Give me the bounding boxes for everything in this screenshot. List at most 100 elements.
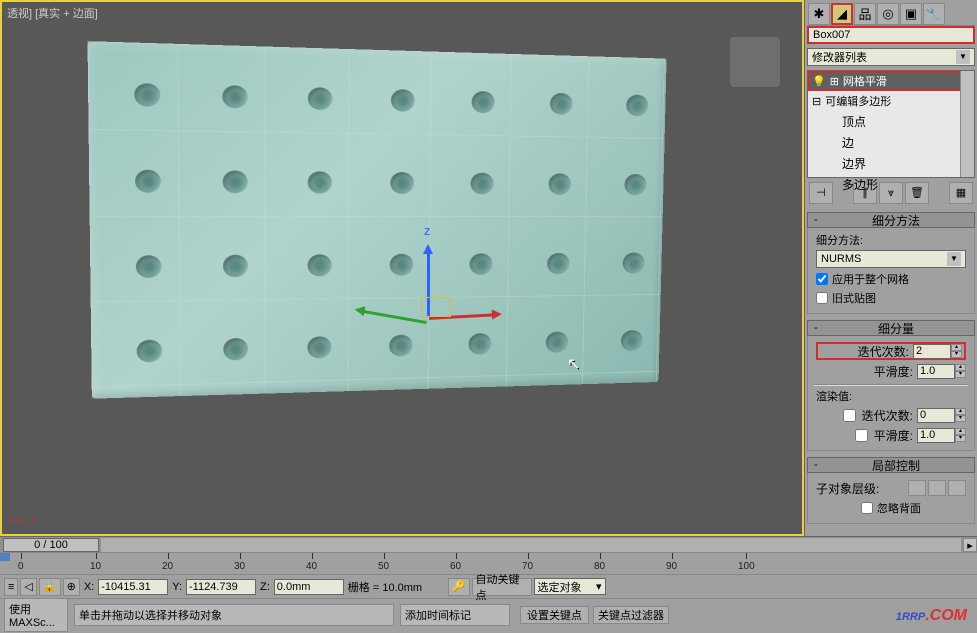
subobj-polygon[interactable]: 多边形 [808,174,974,195]
visibility-bulb-icon[interactable]: 💡 [812,75,826,88]
addtime-label[interactable]: 添加时间标记 [400,604,510,626]
smoothness-label: 平滑度: [874,363,913,380]
spinner-down[interactable]: ▾ [955,415,966,422]
modifier-stack[interactable]: 💡 ⊞ 网格平滑 ⊟ 可编辑多边形 顶点 边 边界 多边形 [807,70,975,178]
stack-scrollbar[interactable] [960,71,974,177]
y-label: Y: [170,581,184,593]
iterations-spinner[interactable]: ▴▾ [913,344,962,359]
render-smooth-label: 平滑度: [874,427,913,444]
render-iter-spinner[interactable]: ▴▾ [917,408,966,423]
y-input[interactable] [186,579,256,595]
expand-icon[interactable]: ⊟ [812,95,821,108]
ruler-tick: 80 [594,561,605,572]
subobj-border[interactable]: 边界 [808,153,974,174]
iterations-row: 迭代次数: ▴▾ [816,342,966,360]
spinner-down[interactable]: ▾ [955,371,966,378]
rollout-title: 细分方法 [824,212,968,229]
spinner-up[interactable]: ▴ [951,344,962,351]
iterations-input[interactable] [913,344,951,359]
dropdown-arrow-icon: ▼ [947,252,961,266]
render-smooth-spinner[interactable]: ▴▾ [917,428,966,443]
model-cushion[interactable] [88,41,667,399]
subobj-vertex[interactable]: 顶点 [808,111,974,132]
maxscript-field[interactable]: 使用 MAXSc... [4,598,68,632]
display-tab[interactable]: ▣ [900,3,922,25]
dropdown-arrow-icon: ▼ [956,50,970,64]
coord-bar: ≡ ◁ 🔒 ⊕ X: Y: Z: 栅格 = 10.0mm 🔑 自动关键点 选定对… [0,574,977,598]
iterations-label: 迭代次数: [858,343,909,360]
autokey-button[interactable]: 自动关键点 [472,578,532,596]
subobj-edge[interactable]: 边 [808,132,974,153]
render-iter-label: 迭代次数: [862,407,913,424]
setkey-button[interactable]: 设置关键点 [520,606,589,624]
rollout-subdiv-method[interactable]: - 细分方法 [807,212,975,228]
modifier-list-dropdown[interactable]: 修改器列表 ▼ [807,48,975,66]
rollout-body-amount: 迭代次数: ▴▾ 平滑度: ▴▾ 渲染值: 迭代次数: [807,336,975,451]
smoothness-input[interactable] [917,364,955,379]
viewcube[interactable] [730,37,780,87]
old-map-checkbox[interactable] [816,292,828,304]
spinner-down[interactable]: ▾ [951,351,962,358]
hierarchy-tab[interactable]: 品 [854,3,876,25]
motion-tab[interactable]: ◎ [877,3,899,25]
tuft [470,173,493,195]
render-smooth-input[interactable] [917,428,955,443]
spinner-up[interactable]: ▴ [955,408,966,415]
wireframe-grid [88,41,667,399]
time-slider[interactable]: 0 / 100 ▸ [0,536,977,552]
tuft [391,89,415,112]
method-label: 细分方法: [816,232,966,248]
time-ruler[interactable]: 0102030405060708090100 [0,552,977,574]
apply-whole-label: 应用于整个网格 [832,271,909,287]
render-iter-input[interactable] [917,408,955,423]
ignore-back-checkbox[interactable] [861,502,873,514]
old-map-label: 旧式贴图 [832,290,876,306]
create-tab[interactable]: ✱ [808,3,830,25]
viewport-label: 透视] [真实 + 边面] [7,5,98,21]
ruler-tick: 60 [450,561,461,572]
key-icon[interactable]: 🔑 [448,578,470,596]
rollout-collapse-icon: - [814,459,824,471]
slider-track[interactable] [101,538,961,552]
x-input[interactable] [98,579,168,595]
tuft [223,255,248,278]
keymode-dropdown[interactable]: 选定对象▾ [534,578,606,595]
tuft [390,172,414,194]
slider-arrow[interactable]: ▸ [963,538,977,552]
smoothness-spinner[interactable]: ▴▾ [917,364,966,379]
rollout-body-method: 细分方法: NURMS ▼ 应用于整个网格 旧式贴图 [807,228,975,314]
stack-item-meshsmooth[interactable]: 💡 ⊞ 网格平滑 [808,71,974,91]
modify-tab[interactable]: ◢ [831,3,853,25]
expand-icon[interactable]: ⊞ [830,75,839,88]
subobj-btn-2[interactable] [928,480,946,496]
render-iter-checkbox[interactable] [843,409,856,422]
tuft [135,170,161,193]
script-btn[interactable]: ≡ [4,578,18,596]
keyfilter-button[interactable]: 关键点过滤器 [593,606,669,624]
rollout-local-control[interactable]: - 局部控制 [807,457,975,473]
slider-thumb[interactable]: 0 / 100 [3,538,99,552]
spinner-up[interactable]: ▴ [955,428,966,435]
object-name-field[interactable]: Box007 [807,26,975,44]
ruler-tick: 90 [666,561,677,572]
utilities-tab[interactable]: 🔧 [923,3,945,25]
z-input[interactable] [274,579,344,595]
viewport[interactable]: 透视] [真实 + 边面] ↖ x [0,0,804,536]
dropdown-label: 修改器列表 [812,49,867,65]
method-value: NURMS [821,253,861,265]
rollout-subdiv-amount[interactable]: - 细分量 [807,320,975,336]
spinner-down[interactable]: ▾ [955,435,966,442]
ruler-tick: 70 [522,561,533,572]
z-label: Z: [258,581,272,593]
apply-whole-checkbox[interactable] [816,273,828,285]
method-dropdown[interactable]: NURMS ▼ [816,250,966,268]
abs-btn[interactable]: ⊕ [63,578,80,596]
render-smooth-checkbox[interactable] [855,429,868,442]
lock-btn[interactable]: 🔒 [39,578,61,596]
snap-btn[interactable]: ◁ [20,578,36,596]
subobj-btn-3[interactable] [948,480,966,496]
spinner-up[interactable]: ▴ [955,364,966,371]
stack-item-editpoly[interactable]: ⊟ 可编辑多边形 [808,91,974,111]
subobj-btn-1[interactable] [908,480,926,496]
render-values-label: 渲染值: [816,388,966,404]
